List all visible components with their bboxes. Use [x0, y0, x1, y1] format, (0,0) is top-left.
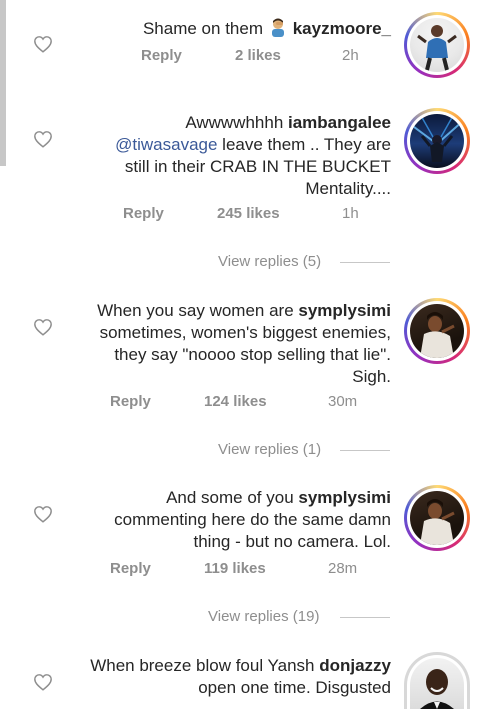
- heart-outline-icon[interactable]: [33, 318, 53, 336]
- divider: [340, 262, 390, 263]
- timestamp: 28m: [328, 560, 358, 577]
- divider: [340, 617, 390, 618]
- comment-body: commenting here do the same damn: [114, 510, 391, 529]
- comment-text: When breeze blow foul Yansh donjazzy ope…: [90, 655, 391, 699]
- divider: [340, 450, 390, 451]
- comment-body: open one time. Disgusted: [198, 678, 391, 697]
- mention-link[interactable]: @tiwasavage: [115, 135, 217, 154]
- comment-body: When breeze blow foul Yansh: [90, 656, 320, 675]
- heart-outline-icon[interactable]: [33, 673, 53, 691]
- comment-username[interactable]: symplysimi: [298, 301, 391, 320]
- avatar[interactable]: [404, 298, 470, 364]
- comment-text: Shame on them kayzmoore_: [143, 17, 391, 40]
- likes-count[interactable]: 2 likes: [235, 47, 281, 64]
- comment-text: When you say women are symplysimi someti…: [97, 300, 391, 388]
- comment-body: Awwwwhhhh: [185, 113, 288, 132]
- comment-username[interactable]: iambangalee: [288, 113, 391, 132]
- timestamp: 2h: [342, 47, 359, 64]
- reply-button[interactable]: Reply: [123, 205, 164, 222]
- comment-body: When you say women are: [97, 301, 299, 320]
- scrollbar[interactable]: [0, 0, 6, 166]
- comment-body: leave them .. They are: [217, 135, 391, 154]
- heart-outline-icon[interactable]: [33, 35, 53, 53]
- avatar[interactable]: [404, 485, 470, 551]
- comment-username[interactable]: donjazzy: [319, 656, 391, 675]
- likes-count[interactable]: 119 likes: [204, 560, 266, 577]
- comment-username[interactable]: kayzmoore_: [293, 19, 391, 38]
- man-facepalming-emoji: [268, 17, 288, 37]
- heart-outline-icon[interactable]: [33, 505, 53, 523]
- likes-count[interactable]: 245 likes: [217, 205, 280, 222]
- comment-body: sometimes, women's biggest enemies,: [99, 323, 391, 342]
- comment-username[interactable]: symplysimi: [298, 488, 391, 507]
- view-replies-button[interactable]: View replies (1): [218, 441, 321, 458]
- comment-body: still in their CRAB IN THE BUCKET: [124, 157, 391, 176]
- comment-body: they say "noooo stop selling that lie".: [114, 345, 391, 364]
- comment-body: Sigh.: [352, 367, 391, 386]
- avatar[interactable]: [404, 108, 470, 174]
- comment-body: Shame on them: [142, 19, 268, 38]
- timestamp: 1h: [342, 205, 359, 222]
- avatar[interactable]: [404, 652, 470, 709]
- comment-text: Awwwwhhhh iambangalee @tiwasavage leave …: [115, 112, 391, 200]
- avatar[interactable]: [404, 12, 470, 78]
- comment-body: Mentality....: [305, 179, 391, 198]
- reply-button[interactable]: Reply: [141, 47, 182, 64]
- reply-button[interactable]: Reply: [110, 560, 151, 577]
- view-replies-button[interactable]: View replies (5): [218, 253, 321, 270]
- heart-outline-icon[interactable]: [33, 130, 53, 148]
- timestamp: 30m: [328, 393, 358, 410]
- likes-count[interactable]: 124 likes: [204, 393, 267, 410]
- reply-button[interactable]: Reply: [110, 393, 151, 410]
- view-replies-button[interactable]: View replies (19): [208, 608, 319, 625]
- comment-body: thing - but no camera. Lol.: [193, 532, 391, 551]
- comment-body: And some of you: [166, 488, 299, 507]
- comment-text: And some of you symplysimi commenting he…: [114, 487, 391, 553]
